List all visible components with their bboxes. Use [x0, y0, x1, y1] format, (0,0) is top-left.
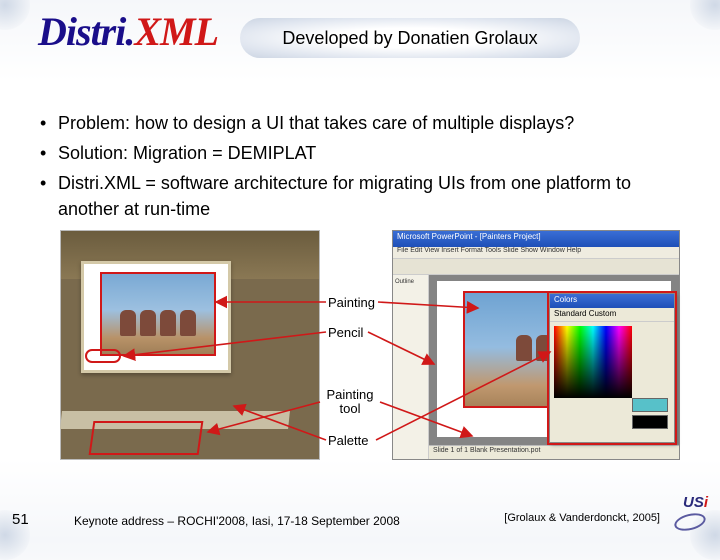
menubar: File Edit View Insert Format Tools Slide… [393, 247, 679, 259]
powerpoint-screenshot: Microsoft PowerPoint - [Painters Project… [392, 230, 680, 460]
slide-title: Developed by Donatien Grolaux [240, 18, 580, 58]
diagram-area: Microsoft PowerPoint - [Painters Project… [60, 230, 680, 470]
easel-photo [60, 230, 320, 460]
bullet-item: Solution: Migration = DEMIPLAT [40, 140, 690, 166]
painting-figures [114, 310, 202, 340]
panel-tabs: Standard Custom [550, 308, 674, 322]
bullet-item: Problem: how to design a UI that takes c… [40, 110, 690, 136]
slide-number: 51 [12, 511, 29, 528]
painting-highlight [102, 274, 214, 354]
painting-tool-highlight [89, 421, 204, 455]
label-painting-tool: Painting tool [322, 388, 378, 415]
color-swatches [632, 398, 668, 432]
label-palette: Palette [328, 434, 368, 448]
logo-part1: Distri. [38, 9, 134, 54]
logo-part2: XML [134, 9, 218, 54]
distrixml-logo: Distri.XML [38, 8, 218, 55]
corner-decoration [0, 0, 30, 30]
slide-footer: 51 Keynote address – ROCHI'2008, Iasi, 1… [0, 506, 720, 530]
usixml-logo: USi [664, 498, 708, 528]
outline-sidebar: Outline [393, 275, 429, 459]
window-titlebar: Microsoft PowerPoint - [Painters Project… [393, 231, 679, 247]
citation-text: [Grolaux & Vanderdonckt, 2005] [504, 512, 660, 524]
color-panel-highlight: Colors Standard Custom [549, 293, 675, 443]
swatch-new [632, 415, 668, 429]
pencil-highlight [85, 349, 121, 363]
toolbar [393, 259, 679, 275]
bullet-list: Problem: how to design a UI that takes c… [40, 110, 690, 226]
title-text: Developed by Donatien Grolaux [282, 28, 537, 49]
color-picker [554, 326, 632, 398]
panel-title: Colors [550, 294, 674, 308]
label-painting: Painting [328, 296, 375, 310]
app-body: Outline Slide 1 of 1 Blank Presentation.… [393, 275, 679, 459]
label-pencil: Pencil [328, 326, 363, 340]
corner-decoration [690, 0, 720, 30]
bullet-item: Distri.XML = software architecture for m… [40, 170, 690, 222]
keynote-text: Keynote address – ROCHI'2008, Iasi, 17-1… [74, 514, 400, 528]
statusbar: Slide 1 of 1 Blank Presentation.pot [429, 445, 679, 459]
swatch-current [632, 398, 668, 412]
